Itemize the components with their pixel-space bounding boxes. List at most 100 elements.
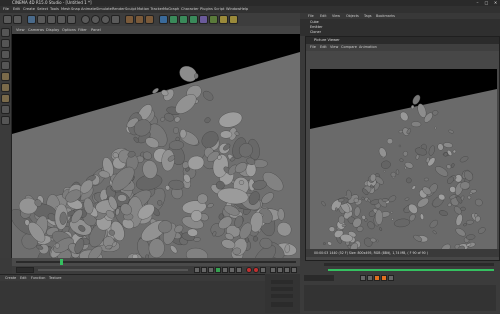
position-key-icon[interactable]	[270, 267, 276, 273]
axis-mode-icon[interactable]	[1, 105, 10, 114]
previous-key-icon[interactable]	[201, 267, 207, 273]
move-icon[interactable]	[37, 15, 46, 24]
pv-menu-item[interactable]: Edit	[320, 44, 327, 51]
next-key-icon[interactable]	[229, 267, 235, 273]
subdivision-surface-icon[interactable]	[179, 15, 188, 24]
viewport-menu-item[interactable]: Filter	[78, 26, 87, 34]
material-menu-item[interactable]: Function	[31, 275, 45, 281]
pv-previous-frame-icon[interactable]	[367, 275, 373, 281]
viewport-menu-item[interactable]: Panel	[91, 26, 101, 34]
menu-item[interactable]: Create	[23, 6, 35, 13]
menu-item[interactable]: Help	[240, 6, 248, 13]
go-to-end-icon[interactable]	[236, 267, 242, 273]
menu-item[interactable]: Snap	[71, 6, 80, 13]
menu-item[interactable]: Select	[37, 6, 48, 13]
object-menu-item[interactable]: Bookmarks	[376, 13, 395, 19]
world-coordinates-icon[interactable]	[111, 15, 120, 24]
viewport-menu-item[interactable]: Display	[46, 26, 59, 34]
rotation-key-icon[interactable]	[284, 267, 290, 273]
pv-menu-item[interactable]: Compare	[341, 44, 357, 51]
spline-pen-icon[interactable]	[169, 15, 178, 24]
edges-mode-icon[interactable]	[1, 83, 10, 92]
menu-item[interactable]: Simulate	[96, 6, 112, 13]
picture-viewer-title-bar[interactable]: Picture Viewer	[306, 37, 499, 44]
pv-go-to-end-icon[interactable]	[388, 275, 394, 281]
workplane-mode-icon[interactable]	[1, 61, 10, 70]
object-menu-item[interactable]: Tags	[364, 13, 372, 19]
object-menu-item[interactable]: File	[308, 13, 314, 19]
pv-next-frame-icon[interactable]	[381, 275, 387, 281]
menu-item[interactable]: MoGraph	[163, 6, 179, 13]
menu-item[interactable]: Script	[214, 6, 224, 13]
viewport-menu-item[interactable]: Cameras	[28, 26, 44, 34]
position-y-field[interactable]	[271, 287, 293, 291]
scale-icon[interactable]	[47, 15, 56, 24]
recent-tools-icon[interactable]	[67, 15, 76, 24]
pv-play-icon[interactable]	[374, 275, 380, 281]
menu-item[interactable]: Window	[226, 6, 240, 13]
autokey-icon[interactable]	[253, 267, 259, 273]
y-axis-icon[interactable]	[91, 15, 100, 24]
position-x-field[interactable]	[271, 280, 293, 284]
material-menu-item[interactable]: Create	[5, 275, 16, 281]
menu-item[interactable]: Render	[112, 6, 125, 13]
preview-range-slider[interactable]	[38, 269, 188, 271]
coordinate-system-select[interactable]	[271, 302, 293, 307]
live-selection-icon[interactable]	[27, 15, 36, 24]
snapping-icon[interactable]	[1, 116, 10, 125]
redo-icon[interactable]	[13, 15, 22, 24]
menu-item[interactable]: Motion Tracker	[137, 6, 163, 13]
viewport-menu-item[interactable]: View	[16, 26, 25, 34]
z-axis-icon[interactable]	[101, 15, 110, 24]
record-icon[interactable]	[246, 267, 252, 273]
next-frame-icon[interactable]	[222, 267, 228, 273]
object-menu-item[interactable]: Edit	[320, 13, 327, 19]
pv-go-to-start-icon[interactable]	[360, 275, 366, 281]
menu-item[interactable]: Sculpt	[125, 6, 136, 13]
points-mode-icon[interactable]	[1, 72, 10, 81]
pv-frame-field[interactable]	[304, 275, 334, 281]
play-icon[interactable]	[215, 267, 221, 273]
material-menu-item[interactable]: Texture	[49, 275, 61, 281]
rendered-image[interactable]	[310, 69, 497, 249]
render-to-picture-viewer-icon[interactable]	[135, 15, 144, 24]
array-icon[interactable]	[189, 15, 198, 24]
viewport-menu-item[interactable]: Options	[62, 26, 76, 34]
perspective-viewport[interactable]	[12, 34, 300, 258]
render-settings-icon[interactable]	[145, 15, 154, 24]
menu-item[interactable]: Mesh	[61, 6, 70, 13]
object-menu-item[interactable]: Objects	[346, 13, 359, 19]
position-z-field[interactable]	[271, 294, 293, 298]
bend-deformer-icon[interactable]	[199, 15, 208, 24]
menu-item[interactable]: File	[3, 6, 9, 13]
light-icon[interactable]	[229, 15, 238, 24]
cube-icon[interactable]	[159, 15, 168, 24]
texture-mode-icon[interactable]	[1, 50, 10, 59]
current-frame-marker[interactable]	[60, 259, 63, 265]
pv-timeline-track[interactable]	[324, 263, 494, 266]
make-editable-icon[interactable]	[1, 28, 10, 37]
menu-item[interactable]: Animate	[81, 6, 96, 13]
menu-item[interactable]: Edit	[13, 6, 20, 13]
pv-menu-item[interactable]: Animation	[359, 44, 377, 51]
polygons-mode-icon[interactable]	[1, 94, 10, 103]
keyframe-selection-icon[interactable]	[260, 267, 266, 273]
material-menu-item[interactable]: Edit	[20, 275, 27, 281]
undo-icon[interactable]	[3, 15, 12, 24]
pv-menu-item[interactable]: File	[310, 44, 316, 51]
start-frame-field[interactable]	[16, 267, 34, 273]
go-to-start-icon[interactable]	[194, 267, 200, 273]
rotate-icon[interactable]	[57, 15, 66, 24]
object-row[interactable]: Cloner	[310, 30, 410, 35]
timeline-settings-icon[interactable]	[291, 267, 297, 273]
timeline-track[interactable]	[16, 261, 296, 263]
pv-menu-item[interactable]: View	[330, 44, 338, 51]
model-mode-icon[interactable]	[1, 39, 10, 48]
menu-item[interactable]: Tools	[50, 6, 59, 13]
previous-frame-icon[interactable]	[208, 267, 214, 273]
scale-key-icon[interactable]	[277, 267, 283, 273]
menu-item[interactable]: Plugins	[200, 6, 213, 13]
floor-icon[interactable]	[209, 15, 218, 24]
object-menu-item[interactable]: View	[332, 13, 340, 19]
menu-item[interactable]: Character	[181, 6, 199, 13]
